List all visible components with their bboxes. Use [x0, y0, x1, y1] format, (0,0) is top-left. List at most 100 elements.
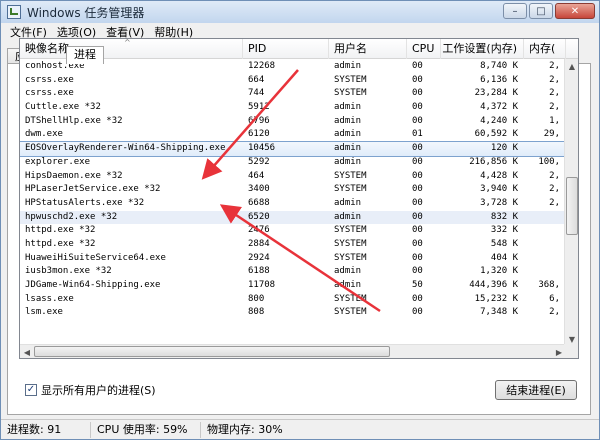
- table-row[interactable]: iusb3mon.exe *32 6188 admin 00 1,320 K: [20, 265, 566, 279]
- cell-mem2: 1,: [549, 115, 560, 126]
- close-button[interactable]: ✕: [555, 3, 595, 19]
- cell-cpu: 00: [412, 156, 423, 167]
- cell-name: HipsDaemon.exe *32: [25, 170, 123, 181]
- cell-mem: 548 K: [490, 238, 518, 249]
- table-row[interactable]: httpd.exe *32 2884 SYSTEM 00 548 K: [20, 238, 566, 252]
- cell-pid: 2924: [248, 252, 270, 263]
- cell-mem2: [524, 238, 566, 252]
- horizontal-scrollbar[interactable]: ◀ ▶: [20, 344, 566, 358]
- vertical-scrollbar[interactable]: ▲ ▼: [564, 59, 578, 346]
- cell-name: DTShellHlp.exe *32: [25, 115, 123, 126]
- cell-mem: 332 K: [490, 225, 518, 236]
- cell-name: EOSOverlayRenderer-Win64-Shipping.exe: [25, 143, 226, 154]
- cell-cpu: 00: [412, 184, 423, 195]
- end-process-button[interactable]: 结束进程(E): [495, 380, 577, 400]
- table-row[interactable]: EOSOverlayRenderer-Win64-Shipping.exe 104…: [20, 141, 567, 157]
- cell-cpu: 00: [412, 238, 423, 249]
- horizontal-scroll-thumb[interactable]: [34, 346, 390, 357]
- table-row[interactable]: JDGame-Win64-Shipping.exe 11708 admin 50 444…: [20, 279, 566, 293]
- cell-name: Cuttle.exe *32: [25, 102, 101, 113]
- cell-mem: 8,740 K: [480, 61, 518, 71]
- cell-name: dwm.exe: [25, 129, 63, 140]
- column-image-name[interactable]: 映像名称 ^: [20, 39, 243, 59]
- cell-cpu: 00: [412, 211, 423, 222]
- cell-pid: 5292: [248, 156, 270, 167]
- vertical-scroll-thumb[interactable]: [566, 177, 578, 235]
- cell-mem2: [524, 265, 566, 279]
- cell-pid: 12268: [248, 61, 276, 71]
- sort-up-icon: ^: [124, 39, 131, 47]
- cell-mem2: [524, 252, 566, 266]
- cell-name: HuaweiHiSuiteService64.exe: [25, 252, 166, 263]
- cell-user: SYSTEM: [334, 238, 367, 249]
- cell-name: httpd.exe *32: [25, 225, 96, 236]
- cell-mem: 23,284 K: [474, 88, 518, 99]
- cell-user: admin: [334, 280, 362, 290]
- cell-mem2: 2,: [549, 88, 560, 99]
- scroll-left-icon[interactable]: ◀: [20, 345, 34, 358]
- table-row[interactable]: Cuttle.exe *32 5912 admin 00 4,372 K 2,: [20, 101, 566, 115]
- cell-cpu: 00: [412, 115, 423, 126]
- cell-mem: 832 K: [490, 211, 518, 222]
- tab-processes[interactable]: 进程: [66, 46, 104, 64]
- table-row[interactable]: explorer.exe 5292 admin 00 216,856 K 100,: [20, 156, 566, 170]
- cell-mem: 7,348 K: [480, 307, 518, 318]
- window-title: Windows 任务管理器: [27, 5, 145, 20]
- show-all-users-label: 显示所有用户的进程(S): [41, 384, 156, 397]
- cell-cpu: 50: [412, 280, 423, 290]
- scroll-up-icon[interactable]: ▲: [565, 59, 578, 73]
- cell-user: admin: [334, 266, 362, 277]
- cell-mem: 216,856 K: [469, 156, 518, 167]
- cell-user: SYSTEM: [334, 88, 367, 99]
- minimize-button[interactable]: –: [503, 3, 527, 19]
- maximize-button[interactable]: □: [529, 3, 553, 19]
- column-cpu[interactable]: CPU: [407, 39, 441, 59]
- task-manager-icon: [7, 5, 21, 19]
- cell-cpu: 00: [412, 143, 423, 154]
- table-row[interactable]: lsm.exe 808 SYSTEM 00 7,348 K 2,: [20, 306, 566, 320]
- cell-name: conhost.exe: [25, 61, 85, 71]
- cell-user: admin: [334, 129, 362, 140]
- cell-name: lsm.exe: [25, 307, 63, 318]
- cell-mem: 120 K: [490, 143, 518, 154]
- table-row[interactable]: hpwuschd2.exe *32 6520 admin 00 832 K: [20, 210, 566, 225]
- table-row[interactable]: HuaweiHiSuiteService64.exe 2924 SYSTEM 00 40…: [20, 252, 566, 266]
- column-memory[interactable]: 内存(: [524, 39, 566, 59]
- table-row[interactable]: DTShellHlp.exe *32 6796 admin 00 4,240 K 1,: [20, 115, 566, 129]
- column-user-name[interactable]: 用户名: [329, 39, 407, 59]
- cell-name: HPStatusAlerts.exe *32: [25, 197, 145, 208]
- column-pid[interactable]: PID: [243, 39, 329, 59]
- title-bar[interactable]: Windows 任务管理器 – □ ✕: [1, 1, 599, 23]
- cell-name: HPLaserJetService.exe *32: [25, 184, 161, 195]
- table-row[interactable]: csrss.exe 664 SYSTEM 00 6,136 K 2,: [20, 74, 566, 88]
- cell-pid: 5912: [248, 102, 270, 113]
- cell-mem2: [524, 224, 566, 238]
- table-row[interactable]: HPStatusAlerts.exe *32 6688 admin 00 3,728 K…: [20, 197, 566, 211]
- status-cpu-usage: CPU 使用率: 59%: [91, 421, 201, 438]
- cell-user: SYSTEM: [334, 225, 367, 236]
- cell-mem: 60,592 K: [474, 129, 518, 140]
- table-row[interactable]: HPLaserJetService.exe *32 3400 SYSTEM 00 3,9…: [20, 183, 566, 197]
- table-row[interactable]: csrss.exe 744 SYSTEM 00 23,284 K 2,: [20, 87, 566, 101]
- cell-pid: 2476: [248, 225, 270, 236]
- cell-name: lsass.exe: [25, 293, 74, 304]
- table-row[interactable]: HipsDaemon.exe *32 464 SYSTEM 00 4,428 K 2,: [20, 170, 566, 184]
- cell-user: SYSTEM: [334, 74, 367, 85]
- cell-cpu: 00: [412, 170, 423, 181]
- show-all-users-option[interactable]: ✓ 显示所有用户的进程(S): [25, 382, 156, 398]
- process-list[interactable]: 映像名称 ^ PID 用户名 CPU 工作设置(内存) 内存( conhost.e…: [19, 38, 579, 359]
- cell-pid: 6688: [248, 197, 270, 208]
- cell-pid: 6520: [248, 211, 270, 222]
- table-row[interactable]: dwm.exe 6120 admin 01 60,592 K 29,: [20, 128, 566, 142]
- column-working-set[interactable]: 工作设置(内存): [441, 39, 524, 59]
- cell-cpu: 00: [412, 293, 423, 304]
- status-bar: 进程数: 91 CPU 使用率: 59% 物理内存: 30%: [1, 419, 599, 439]
- cell-name: JDGame-Win64-Shipping.exe: [25, 280, 161, 290]
- table-row[interactable]: lsass.exe 800 SYSTEM 00 15,232 K 6,: [20, 293, 566, 307]
- show-all-users-checkbox[interactable]: ✓: [25, 384, 37, 396]
- cell-mem2: 100,: [538, 156, 560, 167]
- cell-pid: 6188: [248, 266, 270, 277]
- cell-mem: 4,240 K: [480, 115, 518, 126]
- cell-cpu: 00: [412, 252, 423, 263]
- table-row[interactable]: httpd.exe *32 2476 SYSTEM 00 332 K: [20, 224, 566, 238]
